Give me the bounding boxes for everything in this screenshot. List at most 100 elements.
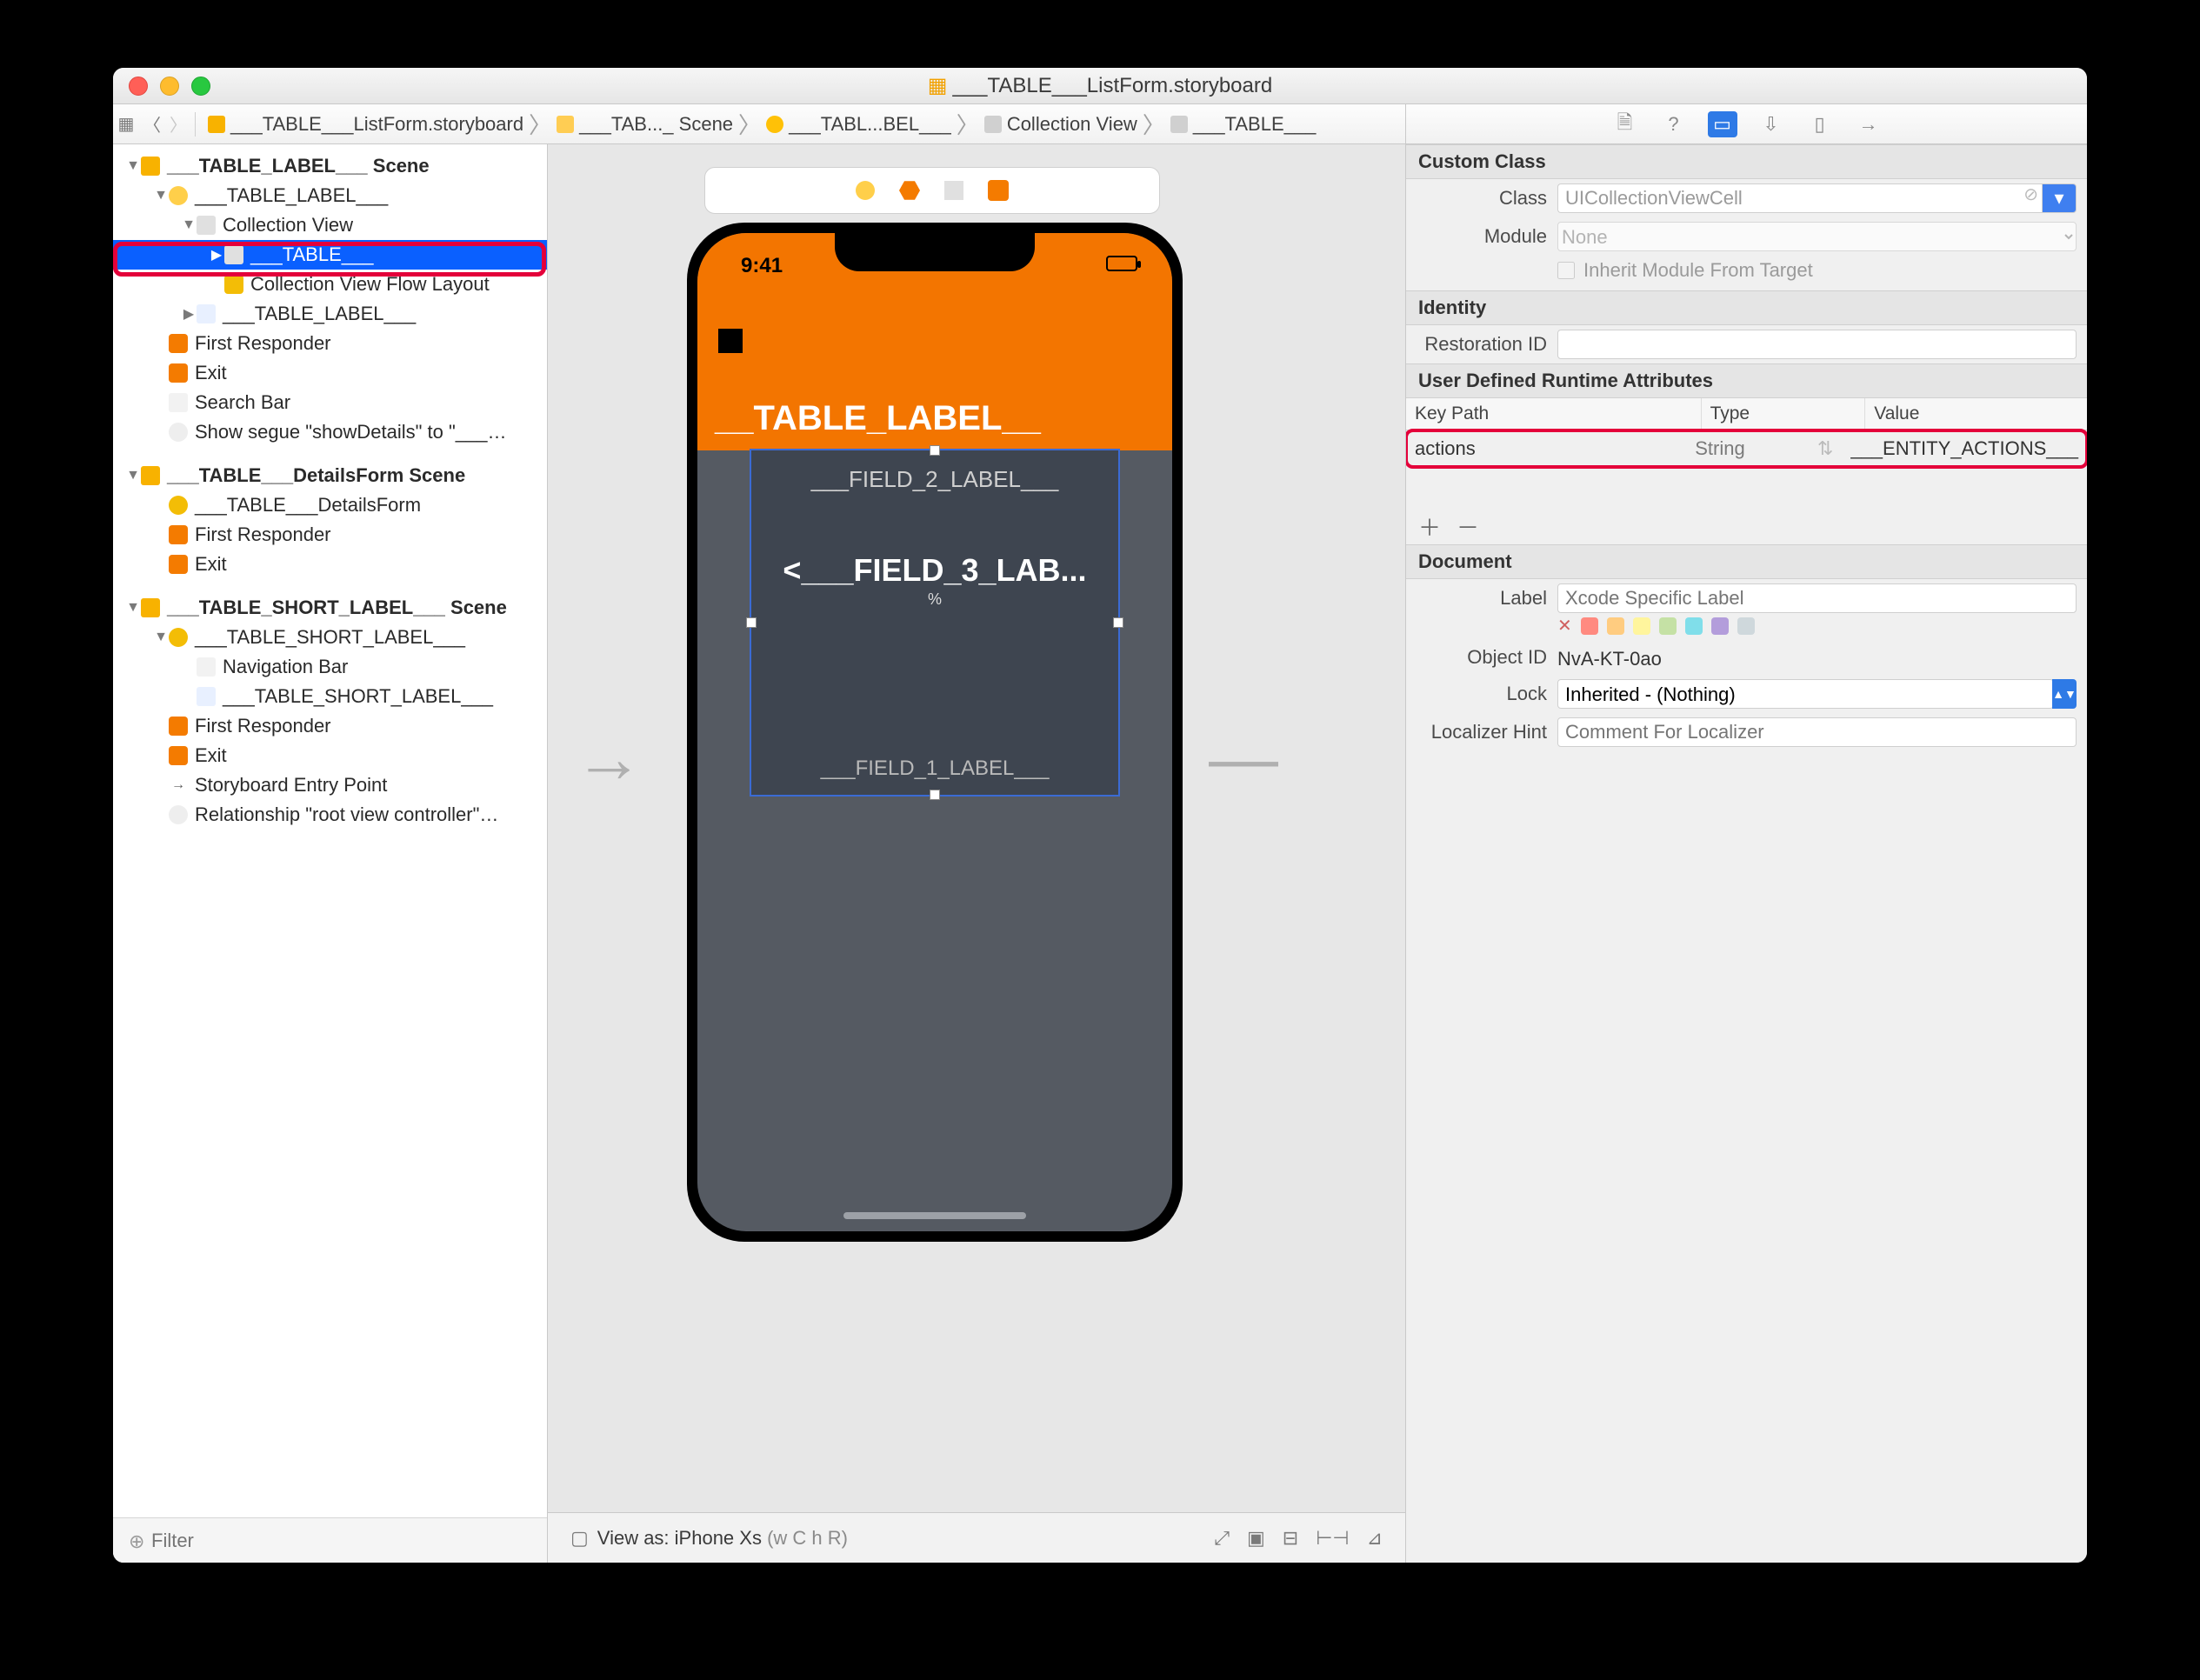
outline-row[interactable]: Exit <box>113 741 547 770</box>
search-bar-dock-icon[interactable] <box>944 181 963 200</box>
module-label: Module <box>1417 225 1547 248</box>
device-frame: 9:41 __TABLE_LABEL__ ___FIELD_2_LABEL___… <box>687 223 1183 1242</box>
inspector-tabs: 🗎 ? ▭ ⇩ ▯ → <box>1405 104 2087 144</box>
resize-handle-left[interactable] <box>746 617 757 628</box>
view-as-label[interactable]: View as: iPhone Xs (w C h R) <box>597 1527 848 1550</box>
outline-row[interactable]: ▼___TABLE_LABEL___ <box>113 181 547 210</box>
segue-arrow-out-icon: — <box>1209 718 1278 798</box>
toggle-outline-button[interactable]: ▢ <box>570 1527 589 1550</box>
forward-button[interactable]: 〉 <box>165 111 191 137</box>
runtime-value[interactable]: ___ENTITY_ACTIONS___ <box>1842 430 2087 467</box>
outline-row[interactable]: ▶___TABLE_LABEL___ <box>113 299 547 329</box>
doc-label-input[interactable] <box>1557 583 2077 613</box>
pin-button[interactable]: ⊢⊣ <box>1316 1527 1349 1550</box>
outline-row[interactable]: Search Bar <box>113 388 547 417</box>
outline-row[interactable]: ▶___TABLE___ <box>113 240 547 270</box>
swatch-orange[interactable] <box>1607 617 1624 635</box>
runtime-attribute-row[interactable]: actions String ⇅ ___ENTITY_ACTIONS___ <box>1406 430 2087 467</box>
outline-row[interactable]: First Responder <box>113 520 547 550</box>
swatch-green[interactable] <box>1659 617 1677 635</box>
exit-icon[interactable] <box>988 180 1009 201</box>
module-select[interactable]: None <box>1557 222 2077 251</box>
resize-handle-bottom[interactable] <box>930 790 940 800</box>
outline-row[interactable]: ▼___TABLE___DetailsForm Scene <box>113 461 547 490</box>
runtime-attributes-section: User Defined Runtime Attributes <box>1406 363 2087 398</box>
localizer-hint-input[interactable] <box>1557 717 2077 747</box>
clear-label-color[interactable]: ✕ <box>1557 617 1572 635</box>
outline-row[interactable]: Show segue "showDetails" to "___… <box>113 417 547 447</box>
breadcrumb[interactable]: ___TABLE___ListForm.storyboard〉 ___TAB..… <box>204 108 1405 140</box>
outline-filter-input[interactable] <box>125 1527 402 1555</box>
help-inspector-tab[interactable]: ? <box>1659 111 1689 137</box>
outline-row[interactable]: First Responder <box>113 329 547 358</box>
outline-row[interactable]: Exit <box>113 550 547 579</box>
resize-handle-top[interactable] <box>930 445 940 456</box>
outline-row[interactable]: ▼Collection View <box>113 210 547 240</box>
restoration-id-input[interactable] <box>1557 330 2077 359</box>
outline-row[interactable]: Collection View Flow Layout <box>113 270 547 299</box>
outline-row[interactable]: →Storyboard Entry Point <box>113 770 547 800</box>
align-button[interactable]: ⊟ <box>1283 1527 1298 1550</box>
connections-inspector-tab[interactable]: → <box>1854 111 1883 137</box>
storyboard-file-icon: ▦ <box>928 74 948 97</box>
window-title: ▦___TABLE___ListForm.storyboard <box>113 73 2087 98</box>
zoom-fit-button[interactable]: ⤢ <box>1214 1527 1230 1550</box>
size-inspector-tab[interactable]: ▯ <box>1805 111 1835 137</box>
runtime-table-header: Key Path Type Value <box>1406 398 2087 430</box>
jump-bar: ▦ 〈 〉 ___TABLE___ListForm.storyboard〉 __… <box>113 104 2087 144</box>
localizer-hint-label: Localizer Hint <box>1417 721 1547 743</box>
outline-row[interactable]: ___TABLE___DetailsForm <box>113 490 547 520</box>
table-label: __TABLE_LABEL__ <box>715 399 1041 438</box>
add-attribute-button[interactable]: ＋ <box>1418 510 1441 543</box>
remove-attribute-button[interactable]: － <box>1457 510 1479 543</box>
attributes-inspector-tab[interactable]: ⇩ <box>1757 111 1786 137</box>
runtime-keypath[interactable]: actions <box>1406 430 1686 467</box>
identity-section: Identity <box>1406 290 2087 325</box>
swatch-purple[interactable] <box>1711 617 1729 635</box>
outline-filter[interactable] <box>125 1527 535 1555</box>
outline-row[interactable]: ___TABLE_SHORT_LABEL___ <box>113 682 547 711</box>
outline-row[interactable]: ▼___TABLE_SHORT_LABEL___ Scene <box>113 593 547 623</box>
class-combo[interactable]: ⊘ ▾ <box>1557 183 2077 213</box>
inherit-module-checkbox[interactable] <box>1557 262 1575 279</box>
outline-row[interactable]: Navigation Bar <box>113 652 547 682</box>
resize-handle-right[interactable] <box>1113 617 1123 628</box>
identity-inspector: Custom Class Class ⊘ ▾ Module None Inher… <box>1405 144 2087 1563</box>
back-button[interactable]: 〈 <box>139 111 165 137</box>
embed-button[interactable]: ▣ <box>1247 1527 1265 1550</box>
swatch-teal[interactable] <box>1685 617 1703 635</box>
type-stepper-icon[interactable]: ⇅ <box>1817 437 1833 460</box>
runtime-type[interactable]: String <box>1695 437 1744 460</box>
outline-row[interactable]: Exit <box>113 358 547 388</box>
view-controller-icon[interactable] <box>856 181 875 200</box>
swatch-gray[interactable] <box>1737 617 1755 635</box>
swatch-yellow[interactable] <box>1633 617 1650 635</box>
resolve-issues-button[interactable]: ⊿ <box>1367 1527 1383 1550</box>
first-responder-icon[interactable] <box>899 180 920 201</box>
clear-class-icon[interactable]: ⊘ <box>2023 183 2038 205</box>
file-inspector-tab[interactable]: 🗎 <box>1610 111 1640 137</box>
restoration-id-label: Restoration ID <box>1417 333 1547 356</box>
battery-icon <box>1106 256 1137 271</box>
identity-inspector-tab[interactable]: ▭ <box>1708 111 1737 137</box>
collection-view-cell[interactable]: ___FIELD_2_LABEL___ <___FIELD_3_LAB... %… <box>751 450 1118 795</box>
interface-builder-canvas[interactable]: → — 9:41 __TABLE_LABEL__ <box>548 144 1405 1563</box>
titlebar: ▦___TABLE___ListForm.storyboard <box>113 68 2087 104</box>
class-dropdown-button[interactable]: ▾ <box>2042 183 2077 213</box>
swatch-red[interactable] <box>1581 617 1598 635</box>
notch <box>835 233 1035 271</box>
outline-row[interactable]: Relationship "root view controller"… <box>113 800 547 830</box>
outline-row[interactable]: First Responder <box>113 711 547 741</box>
label-color-swatches: ✕ <box>1406 617 2087 640</box>
scene-dock[interactable] <box>704 167 1160 214</box>
inherit-module-label: Inherit Module From Target <box>1583 259 1813 282</box>
lock-select[interactable]: Inherited - (Nothing) <box>1557 679 2054 709</box>
outline-row[interactable]: ▼___TABLE_LABEL___ Scene <box>113 151 547 181</box>
lock-dropdown-icon[interactable]: ▲▼ <box>2052 679 2077 709</box>
class-input[interactable] <box>1557 183 2042 213</box>
object-id-value: NvA-KT-0ao <box>1557 644 1662 670</box>
home-indicator <box>843 1212 1026 1219</box>
document-section: Document <box>1406 544 2087 579</box>
outline-row[interactable]: ▼___TABLE_SHORT_LABEL___ <box>113 623 547 652</box>
related-items-button[interactable]: ▦ <box>113 111 139 137</box>
